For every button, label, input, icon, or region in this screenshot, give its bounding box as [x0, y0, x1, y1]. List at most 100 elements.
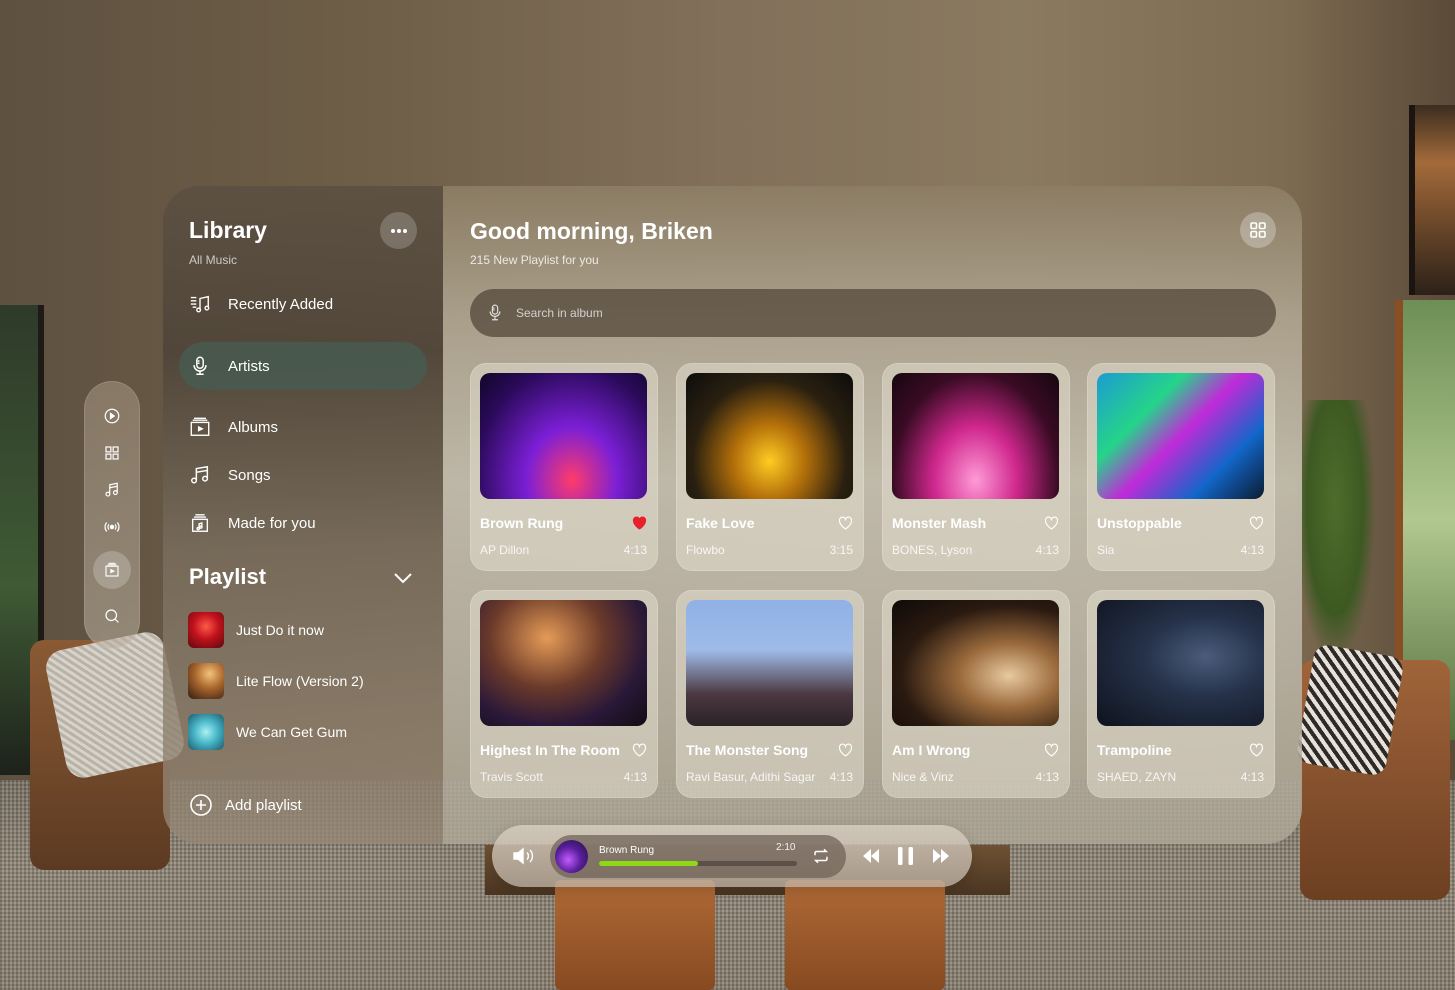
song-card[interactable]: Brown Rung AP Dillon 4:13 [470, 363, 658, 571]
pause-icon[interactable] [897, 846, 914, 866]
music-app-window: Library All Music Recently Added Artists… [163, 186, 1302, 844]
rail-library-button[interactable] [93, 551, 131, 589]
music-note-icon [105, 482, 118, 497]
rail-search-button[interactable] [92, 597, 132, 634]
song-artwork [480, 373, 647, 499]
plus-circle-icon [190, 794, 212, 816]
library-subtitle: All Music [189, 253, 238, 267]
playlist-label: Lite Flow (Version 2) [236, 673, 364, 689]
now-playing-pill: Brown Rung 2:10 [550, 835, 846, 878]
song-card[interactable]: Unstoppable Sia 4:13 [1087, 363, 1275, 571]
song-artwork [686, 600, 853, 726]
song-artwork [892, 373, 1059, 499]
sidebar-item-albums[interactable]: Albums [179, 403, 427, 451]
song-artwork [892, 600, 1059, 726]
sidebar-item-label: Artists [228, 357, 270, 375]
heart-icon[interactable] [1044, 516, 1059, 530]
playlist-item[interactable]: Lite Flow (Version 2) [188, 662, 364, 700]
song-card[interactable]: Am I Wrong Nice & Vinz 4:13 [882, 590, 1070, 798]
song-duration: 4:13 [829, 770, 853, 784]
rail-play-button[interactable] [92, 397, 132, 434]
playlist-thumbnail [188, 663, 224, 699]
progress-bar[interactable] [599, 861, 797, 866]
song-card[interactable]: The Monster Song Ravi Basur, Adithi Sagar… [676, 590, 864, 798]
heart-icon[interactable] [1249, 743, 1264, 757]
playlist-thumbnail [188, 714, 224, 750]
song-artwork [480, 600, 647, 726]
song-artist: Sia [1097, 543, 1115, 557]
song-card[interactable]: Trampoline SHAED, ZAYN 4:13 [1087, 590, 1275, 798]
sidebar-item-label: Songs [228, 466, 271, 484]
song-artist: BONES, Lyson [892, 543, 973, 557]
now-playing-title: Brown Rung [599, 845, 655, 856]
song-card[interactable]: Fake Love Flowbo 3:15 [676, 363, 864, 571]
room-window-right-top [1409, 105, 1455, 295]
song-artist: Flowbo [686, 543, 725, 557]
heart-icon[interactable] [1044, 743, 1059, 757]
song-card[interactable]: Monster Mash BONES, Lyson 4:13 [882, 363, 1070, 571]
grid-icon [1250, 222, 1266, 238]
grid-icon [105, 445, 119, 460]
playlist-item[interactable]: We Can Get Gum [188, 713, 347, 751]
made-for-you-icon [191, 514, 209, 532]
repeat-icon[interactable] [812, 847, 830, 865]
heart-icon[interactable] [838, 743, 853, 757]
sidebar-item-songs[interactable]: Songs [179, 451, 427, 499]
view-toggle-button[interactable] [1240, 212, 1276, 248]
playlist-item[interactable]: Just Do it now [188, 611, 324, 649]
recently-added-icon [190, 295, 210, 313]
song-title: Am I Wrong [892, 742, 971, 758]
rail-radio-button[interactable] [92, 508, 132, 545]
tab-rail [84, 381, 140, 649]
more-horizontal-icon [390, 228, 407, 233]
fast-forward-icon[interactable] [932, 848, 950, 864]
song-artist: Ravi Basur, Adithi Sagar [686, 770, 816, 784]
song-title: The Monster Song [686, 742, 809, 758]
microphone-icon [193, 356, 207, 375]
rail-grid-button[interactable] [92, 434, 132, 471]
heart-filled-icon[interactable] [632, 516, 647, 530]
sidebar-item-label: Recently Added [228, 295, 334, 313]
playlist-thumbnail [188, 612, 224, 648]
rail-music-button[interactable] [92, 471, 132, 508]
song-artist: Travis Scott [480, 770, 543, 784]
library-title: Library [189, 217, 267, 243]
progress-fill [599, 861, 698, 866]
song-duration: 4:13 [1240, 543, 1264, 557]
song-card[interactable]: Highest In The Room Travis Scott 4:13 [470, 590, 658, 798]
volume-icon[interactable] [512, 846, 536, 866]
plant [1295, 400, 1375, 660]
song-artwork [686, 373, 853, 499]
play-circle-icon [104, 408, 120, 423]
chevron-down-icon[interactable] [392, 570, 414, 586]
song-artist: AP Dillon [480, 543, 530, 557]
album-icon [190, 417, 210, 436]
song-artist: SHAED, ZAYN [1097, 770, 1177, 784]
more-options-button[interactable] [380, 212, 417, 249]
sidebar-item-recently-added[interactable]: Recently Added [179, 280, 427, 328]
main-content: Good morning, Briken 215 New Playlist fo… [443, 186, 1302, 844]
song-duration: 4:13 [1035, 543, 1059, 557]
add-playlist-button[interactable]: Add playlist [189, 793, 302, 817]
heart-icon[interactable] [838, 516, 853, 530]
sidebar-item-label: Albums [228, 418, 279, 436]
song-artist: Nice & Vinz [892, 770, 954, 784]
song-duration: 4:13 [1240, 770, 1264, 784]
broadcast-icon [104, 521, 120, 532]
song-title: Monster Mash [892, 515, 987, 531]
playlist-label: Just Do it now [236, 622, 324, 638]
microphone-icon[interactable] [486, 302, 504, 324]
rewind-icon[interactable] [862, 848, 880, 864]
song-duration: 4:13 [623, 543, 647, 557]
song-title: Brown Rung [480, 515, 564, 531]
heart-icon[interactable] [1249, 516, 1264, 530]
song-duration: 4:13 [1035, 770, 1059, 784]
heart-icon[interactable] [632, 743, 647, 757]
search-input[interactable] [516, 306, 1216, 320]
song-duration: 3:15 [829, 543, 853, 557]
search-bar[interactable] [470, 289, 1276, 337]
now-playing-bar: Brown Rung 2:10 [492, 825, 972, 887]
sidebar-item-artists[interactable]: Artists [179, 342, 427, 390]
song-artwork [1097, 600, 1264, 726]
sidebar-item-made-for-you[interactable]: Made for you [179, 499, 427, 547]
